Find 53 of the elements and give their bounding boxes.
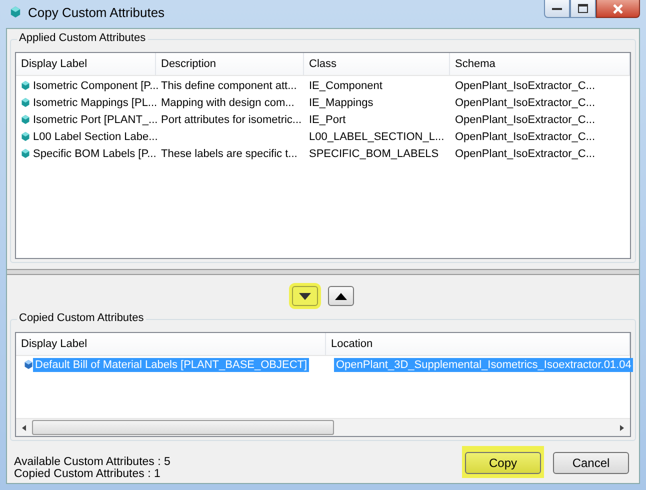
table-cell[interactable]: OpenPlant_IsoExtractor_C... [455, 80, 596, 92]
scroll-left-icon[interactable] [20, 424, 28, 432]
column-header[interactable]: Class [304, 53, 450, 75]
cube-icon [10, 6, 21, 18]
cube-icon [21, 97, 30, 108]
down-triangle-icon [299, 292, 311, 300]
copy-button[interactable]: Copy [465, 452, 541, 474]
table-cell[interactable]: IE_Component [309, 80, 382, 92]
group-title: Copied Custom Attributes [17, 312, 146, 324]
close-button[interactable] [596, 0, 640, 18]
table-cell[interactable]: SPECIFIC_BOM_LABELS [309, 148, 439, 160]
column-header[interactable]: Display Label [16, 333, 326, 355]
table-cell[interactable]: OpenPlant_IsoExtractor_C... [455, 114, 596, 126]
column-header[interactable]: Description [156, 53, 304, 75]
up-triangle-icon [335, 292, 347, 300]
column-header[interactable]: Location [326, 333, 630, 355]
horizontal-scrollbar[interactable] [16, 418, 630, 436]
maximize-icon [578, 4, 588, 13]
table-cell[interactable]: L00_LABEL_SECTION_L... [309, 130, 444, 142]
status-text: Copied Custom Attributes : 1 [14, 468, 162, 480]
table-cell[interactable]: IE_Port [309, 114, 346, 126]
cube-icon [21, 114, 30, 125]
table-cell[interactable]: OpenPlant_IsoExtractor_C... [455, 148, 596, 160]
move-down-button[interactable] [292, 286, 318, 306]
group-title: Applied Custom Attributes [17, 32, 148, 44]
scroll-right-icon[interactable] [618, 424, 626, 432]
column-header[interactable]: Display Label [16, 53, 156, 75]
table-cell[interactable]: This define component att... [161, 80, 297, 92]
table-cell[interactable]: Mapping with design com... [161, 96, 294, 108]
scroll-thumb[interactable] [32, 420, 334, 435]
table-cell[interactable]: These labels are specific t... [161, 148, 298, 160]
cube-icon [24, 359, 33, 370]
table-cell[interactable]: OpenPlant_IsoExtractor_C... [455, 96, 596, 108]
cancel-button[interactable]: Cancel [553, 452, 629, 474]
minimize-icon [552, 6, 562, 10]
table-cell[interactable]: Specific BOM Labels [P... [33, 148, 156, 160]
table-cell[interactable]: IE_Mappings [309, 96, 374, 108]
status-text: Available Custom Attributes : 5 [14, 456, 170, 468]
column-header[interactable]: Schema [450, 53, 630, 75]
move-up-button[interactable] [328, 286, 354, 306]
minimize-button[interactable] [544, 0, 570, 18]
close-icon [613, 4, 623, 14]
cube-icon [21, 80, 30, 91]
table-cell[interactable]: Isometric Component [P... [33, 80, 159, 92]
cube-icon [21, 148, 30, 159]
window-title: Copy Custom Attributes [28, 4, 165, 20]
cube-icon [21, 131, 30, 142]
table-cell[interactable]: Isometric Port [PLANT_... [33, 114, 158, 126]
table-cell[interactable]: L00 Label Section Labe... [33, 130, 158, 142]
table-cell[interactable]: Port attributes for isometric... [161, 114, 302, 126]
table-cell[interactable]: Isometric Mappings [PL... [33, 96, 158, 108]
table-cell[interactable]: OpenPlant_IsoExtractor_C... [455, 130, 596, 142]
maximize-button[interactable] [570, 0, 596, 18]
